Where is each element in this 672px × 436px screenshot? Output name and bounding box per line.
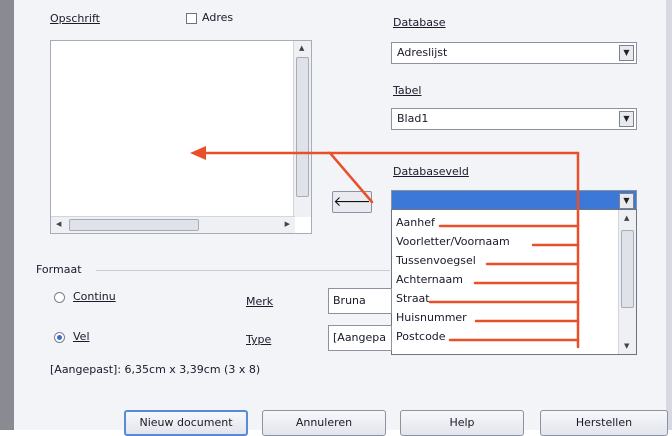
annotation-arrowhead-icon — [190, 146, 206, 160]
labels-dialog: Opschrift Adres ▲ ◀ ▶ 🡐 Database Adresli… — [0, 0, 672, 436]
annotation-overlay — [190, 146, 580, 349]
annotation-arrow-line — [327, 151, 580, 349]
